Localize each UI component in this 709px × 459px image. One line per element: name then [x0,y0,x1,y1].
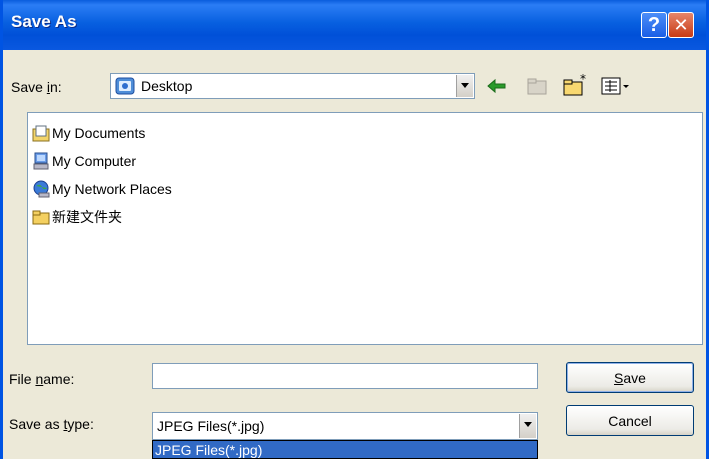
save-as-dialog: Save As ? ✕ Save in: Desktop * My Docume… [0,0,709,459]
new-folder-icon[interactable]: * [562,72,588,102]
views-menu-icon[interactable] [601,76,631,101]
save-in-dropdown[interactable]: Desktop [110,73,475,99]
cancel-button-label: Cancel [608,412,652,429]
network-places-icon [32,180,50,198]
my-computer-icon [32,152,50,170]
list-item-network-places[interactable]: My Network Places [32,178,172,200]
title-bar[interactable]: Save As ? ✕ [3,0,706,50]
help-button[interactable]: ? [641,12,667,38]
cancel-button[interactable]: Cancel [566,405,694,436]
save-in-value: Desktop [141,78,193,94]
list-item-new-folder[interactable]: 新建文件夹 [32,206,122,228]
list-item-label: My Documents [52,125,146,141]
desktop-icon [115,76,135,96]
list-item-label: My Network Places [52,181,172,197]
save-as-type-dropdown[interactable]: JPEG Files(*.jpg) [152,412,538,440]
dialog-title: Save As [11,12,77,31]
folder-icon [32,208,50,226]
file-name-input[interactable] [152,363,538,389]
dropdown-option[interactable]: JPEG Files(*.jpg) [155,442,262,458]
save-as-type-label: Save as type: [9,416,94,432]
svg-text:*: * [580,73,586,86]
list-item-my-computer[interactable]: My Computer [32,150,136,172]
save-as-type-value: JPEG Files(*.jpg) [157,418,265,434]
save-as-type-options[interactable]: JPEG Files(*.jpg) [152,440,538,459]
close-icon: ✕ [673,14,689,35]
file-list[interactable]: My Documents My Computer My Network Plac… [27,112,703,345]
chevron-down-icon[interactable] [519,414,536,438]
list-item-my-documents[interactable]: My Documents [32,122,145,144]
my-documents-icon [32,124,50,142]
list-item-label: 新建文件夹 [52,210,122,226]
close-button[interactable]: ✕ [668,12,694,38]
up-folder-icon[interactable] [526,76,548,101]
file-name-label: File name: [9,371,75,387]
save-in-label: Save in: [11,79,62,95]
save-button-label: Save [614,369,646,386]
back-arrow-icon[interactable] [487,77,507,100]
help-icon: ? [647,13,661,36]
save-button[interactable]: Save [566,362,694,393]
list-item-label: My Computer [52,153,137,169]
chevron-down-icon[interactable] [456,75,473,97]
